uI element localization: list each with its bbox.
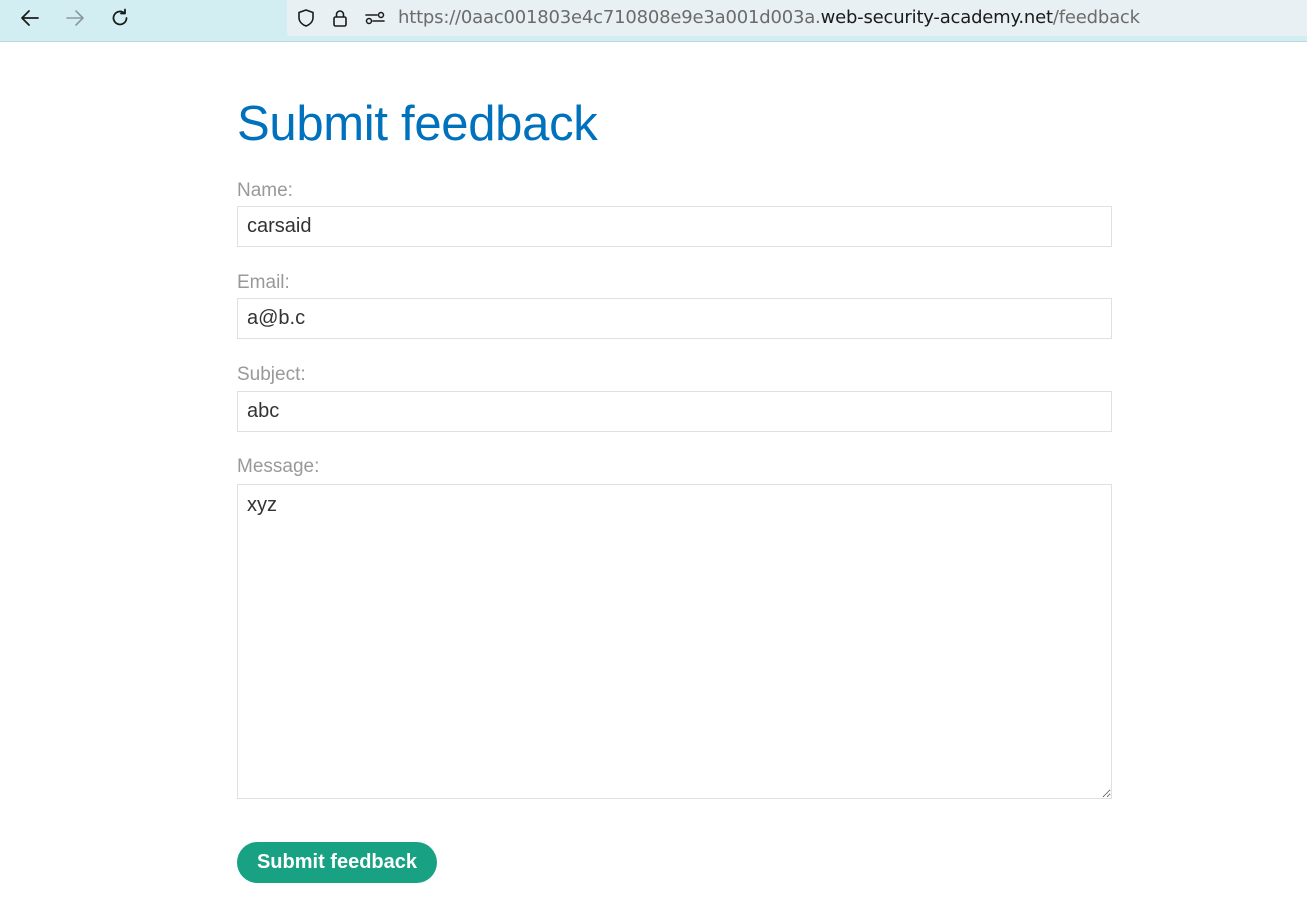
page-header: Submit feedback [237, 95, 1112, 153]
name-input[interactable] [237, 206, 1112, 247]
address-bar[interactable]: https://0aac001803e4c710808e9e3a001d003a… [287, 0, 1307, 36]
forward-button[interactable] [61, 6, 89, 30]
reload-icon [112, 8, 128, 26]
submit-feedback-button[interactable]: Submit feedback [237, 842, 437, 883]
back-button[interactable] [16, 6, 44, 30]
name-label: Name: [237, 180, 293, 201]
subject-label: Subject: [237, 364, 306, 385]
back-arrow-icon [21, 10, 39, 26]
email-input[interactable] [237, 298, 1112, 339]
url-host: web-security-academy.net [820, 7, 1054, 28]
page-title: Submit feedback [237, 97, 598, 151]
message-label: Message: [237, 456, 320, 477]
browser-toolbar: https://0aac001803e4c710808e9e3a001d003a… [0, 0, 1307, 42]
url-path: /feedback [1052, 7, 1140, 28]
url-prefix: https://0aac001803e4c710808e9e3a001d003a… [398, 7, 821, 28]
reload-button[interactable] [106, 6, 134, 30]
message-textarea[interactable]: xyz [237, 484, 1112, 799]
forward-arrow-icon [66, 10, 84, 26]
lock-icon[interactable] [329, 7, 351, 29]
url-text[interactable]: https://0aac001803e4c710808e9e3a001d003a… [398, 8, 1140, 28]
permissions-icon[interactable] [364, 7, 386, 29]
subject-input[interactable] [237, 391, 1112, 432]
shield-icon[interactable] [295, 7, 317, 29]
email-label: Email: [237, 272, 290, 293]
